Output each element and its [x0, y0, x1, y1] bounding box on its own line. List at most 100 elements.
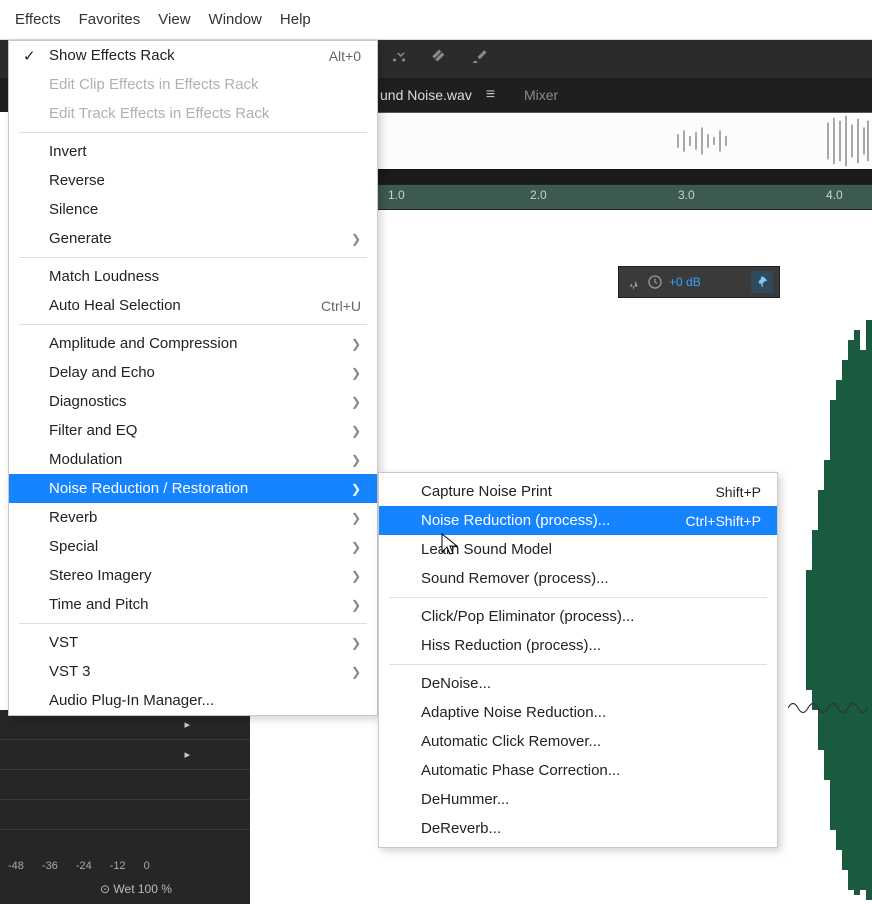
brush-icon[interactable] — [470, 48, 488, 71]
menu-item[interactable]: Modulation❯ — [9, 445, 377, 474]
menu-item[interactable]: VST 3❯ — [9, 657, 377, 686]
submenu-arrow-icon: ❯ — [351, 511, 361, 525]
menu-item[interactable]: Generate❯ — [9, 224, 377, 253]
menu-view[interactable]: View — [158, 11, 190, 28]
meter-mark: -48 — [8, 860, 24, 872]
meter-mark: 0 — [144, 860, 150, 872]
submenu-item-label: Hiss Reduction (process)... — [421, 637, 601, 654]
submenu-arrow-icon: ❯ — [351, 665, 361, 679]
gain-value: +0 dB — [669, 275, 701, 289]
healing-icon[interactable] — [430, 48, 448, 71]
menu-separator — [389, 664, 767, 665]
menu-item[interactable]: Time and Pitch❯ — [9, 590, 377, 619]
timeline-ruler[interactable]: 1.02.03.04.0 — [378, 184, 872, 210]
tab-mixer[interactable]: Mixer — [524, 78, 558, 112]
submenu-item[interactable]: Learn Sound Model — [379, 535, 777, 564]
menu-item[interactable]: Reverb ❯ — [9, 503, 377, 532]
submenu-item[interactable]: Adaptive Noise Reduction... — [379, 698, 777, 727]
submenu-item[interactable]: Automatic Phase Correction... — [379, 756, 777, 785]
menu-shortcut: Shift+P — [715, 484, 761, 500]
menu-item[interactable]: Reverse — [9, 166, 377, 195]
wetness-label: ⊙ Wet 100 % — [100, 882, 172, 896]
submenu-item[interactable]: DeHummer... — [379, 785, 777, 814]
menu-item: Edit Track Effects in Effects Rack — [9, 99, 377, 128]
submenu-item[interactable]: Hiss Reduction (process)... — [379, 631, 777, 660]
menu-item[interactable]: Filter and EQ❯ — [9, 416, 377, 445]
submenu-arrow-icon: ❯ — [351, 540, 361, 554]
play-icon[interactable]: ▸ — [184, 748, 190, 761]
pin-button[interactable] — [751, 271, 773, 293]
tab-menu-icon[interactable]: ≡ — [486, 86, 495, 104]
menu-item: Edit Clip Effects in Effects Rack — [9, 70, 377, 99]
submenu-item[interactable]: DeReverb... — [379, 814, 777, 843]
cut-icon[interactable] — [390, 48, 408, 71]
submenu-item[interactable]: Noise Reduction (process)...Ctrl+Shift+P — [379, 506, 777, 535]
submenu-item-label: DeNoise... — [421, 675, 491, 692]
menu-separator — [19, 257, 367, 258]
menu-item-label: Silence — [49, 201, 98, 218]
gain-hud[interactable]: +0 dB — [618, 266, 780, 298]
menu-item[interactable]: Audio Plug-In Manager... — [9, 686, 377, 715]
menu-separator — [19, 324, 367, 325]
menu-item-label: Match Loudness — [49, 268, 159, 285]
menu-effects[interactable]: Effects — [15, 11, 61, 28]
tracks-panel: ▸ ▸ -48-36-24-120 ⊙ Wet 100 % — [0, 710, 250, 904]
submenu-arrow-icon: ❯ — [351, 337, 361, 351]
menu-item[interactable]: Delay and Echo❯ — [9, 358, 377, 387]
waveform-overview[interactable] — [378, 112, 872, 170]
ruler-mark: 4.0 — [826, 188, 843, 202]
submenu-item-label: Adaptive Noise Reduction... — [421, 704, 606, 721]
menu-shortcut: Ctrl+Shift+P — [686, 513, 761, 529]
track-row[interactable] — [0, 770, 250, 800]
menu-favorites[interactable]: Favorites — [79, 11, 141, 28]
mini-wave — [788, 695, 868, 721]
submenu-item-label: DeReverb... — [421, 820, 501, 837]
menu-item-label: Show Effects Rack — [49, 47, 175, 64]
menu-item[interactable]: Noise Reduction / Restoration❯ — [9, 474, 377, 503]
track-row[interactable]: ▸ — [0, 740, 250, 770]
track-row[interactable] — [0, 800, 250, 830]
submenu-item[interactable]: Capture Noise Print Shift+P — [379, 477, 777, 506]
submenu-item[interactable]: Click/Pop Eliminator (process)... — [379, 602, 777, 631]
submenu-arrow-icon: ❯ — [351, 395, 361, 409]
menu-item-label: Reverse — [49, 172, 105, 189]
menu-item-label: Modulation — [49, 451, 122, 468]
menu-item[interactable]: VST❯ — [9, 628, 377, 657]
submenu-item-label: Capture Noise Print — [421, 483, 552, 500]
menu-item-label: Reverb — [49, 509, 97, 526]
meter-mark: -36 — [42, 860, 58, 872]
menu-item[interactable]: Special❯ — [9, 532, 377, 561]
submenu-item[interactable]: DeNoise... — [379, 669, 777, 698]
menu-item[interactable]: Stereo Imagery❯ — [9, 561, 377, 590]
menu-item[interactable]: Match Loudness — [9, 262, 377, 291]
tab-active-file[interactable]: und Noise.wav ≡ — [380, 78, 495, 112]
play-icon[interactable]: ▸ — [184, 718, 190, 731]
submenu-arrow-icon: ❯ — [351, 598, 361, 612]
menu-item-label: Edit Clip Effects in Effects Rack — [49, 76, 259, 93]
meter-mark: -12 — [110, 860, 126, 872]
menu-help[interactable]: Help — [280, 11, 311, 28]
menu-item-label: Invert — [49, 143, 87, 160]
menu-item-label: Stereo Imagery — [49, 567, 152, 584]
effects-menu-dropdown: ✓Show Effects RackAlt+0 Edit Clip Effects… — [8, 40, 378, 716]
volume-icon — [625, 274, 641, 290]
wet-knob-icon[interactable]: ⊙ — [100, 882, 110, 896]
menu-item[interactable]: Invert — [9, 137, 377, 166]
mouse-cursor-icon — [440, 532, 460, 556]
submenu-arrow-icon: ❯ — [351, 636, 361, 650]
submenu-item-label: Click/Pop Eliminator (process)... — [421, 608, 634, 625]
menu-item[interactable]: Diagnostics❯ — [9, 387, 377, 416]
clock-icon — [647, 274, 663, 290]
menu-window[interactable]: Window — [209, 11, 262, 28]
submenu-item[interactable]: Automatic Click Remover... — [379, 727, 777, 756]
menubar: Effects Favorites View Window Help — [0, 0, 872, 40]
menu-item-label: Delay and Echo — [49, 364, 155, 381]
menu-shortcut: Ctrl+U — [321, 298, 361, 314]
menu-item[interactable]: ✓Show Effects RackAlt+0 — [9, 41, 377, 70]
submenu-item[interactable]: Sound Remover (process)... — [379, 564, 777, 593]
menu-item[interactable]: Silence — [9, 195, 377, 224]
menu-item[interactable]: Auto Heal SelectionCtrl+U — [9, 291, 377, 320]
menu-item-label: Noise Reduction / Restoration — [49, 480, 248, 497]
submenu-arrow-icon: ❯ — [351, 424, 361, 438]
menu-item[interactable]: Amplitude and Compression❯ — [9, 329, 377, 358]
